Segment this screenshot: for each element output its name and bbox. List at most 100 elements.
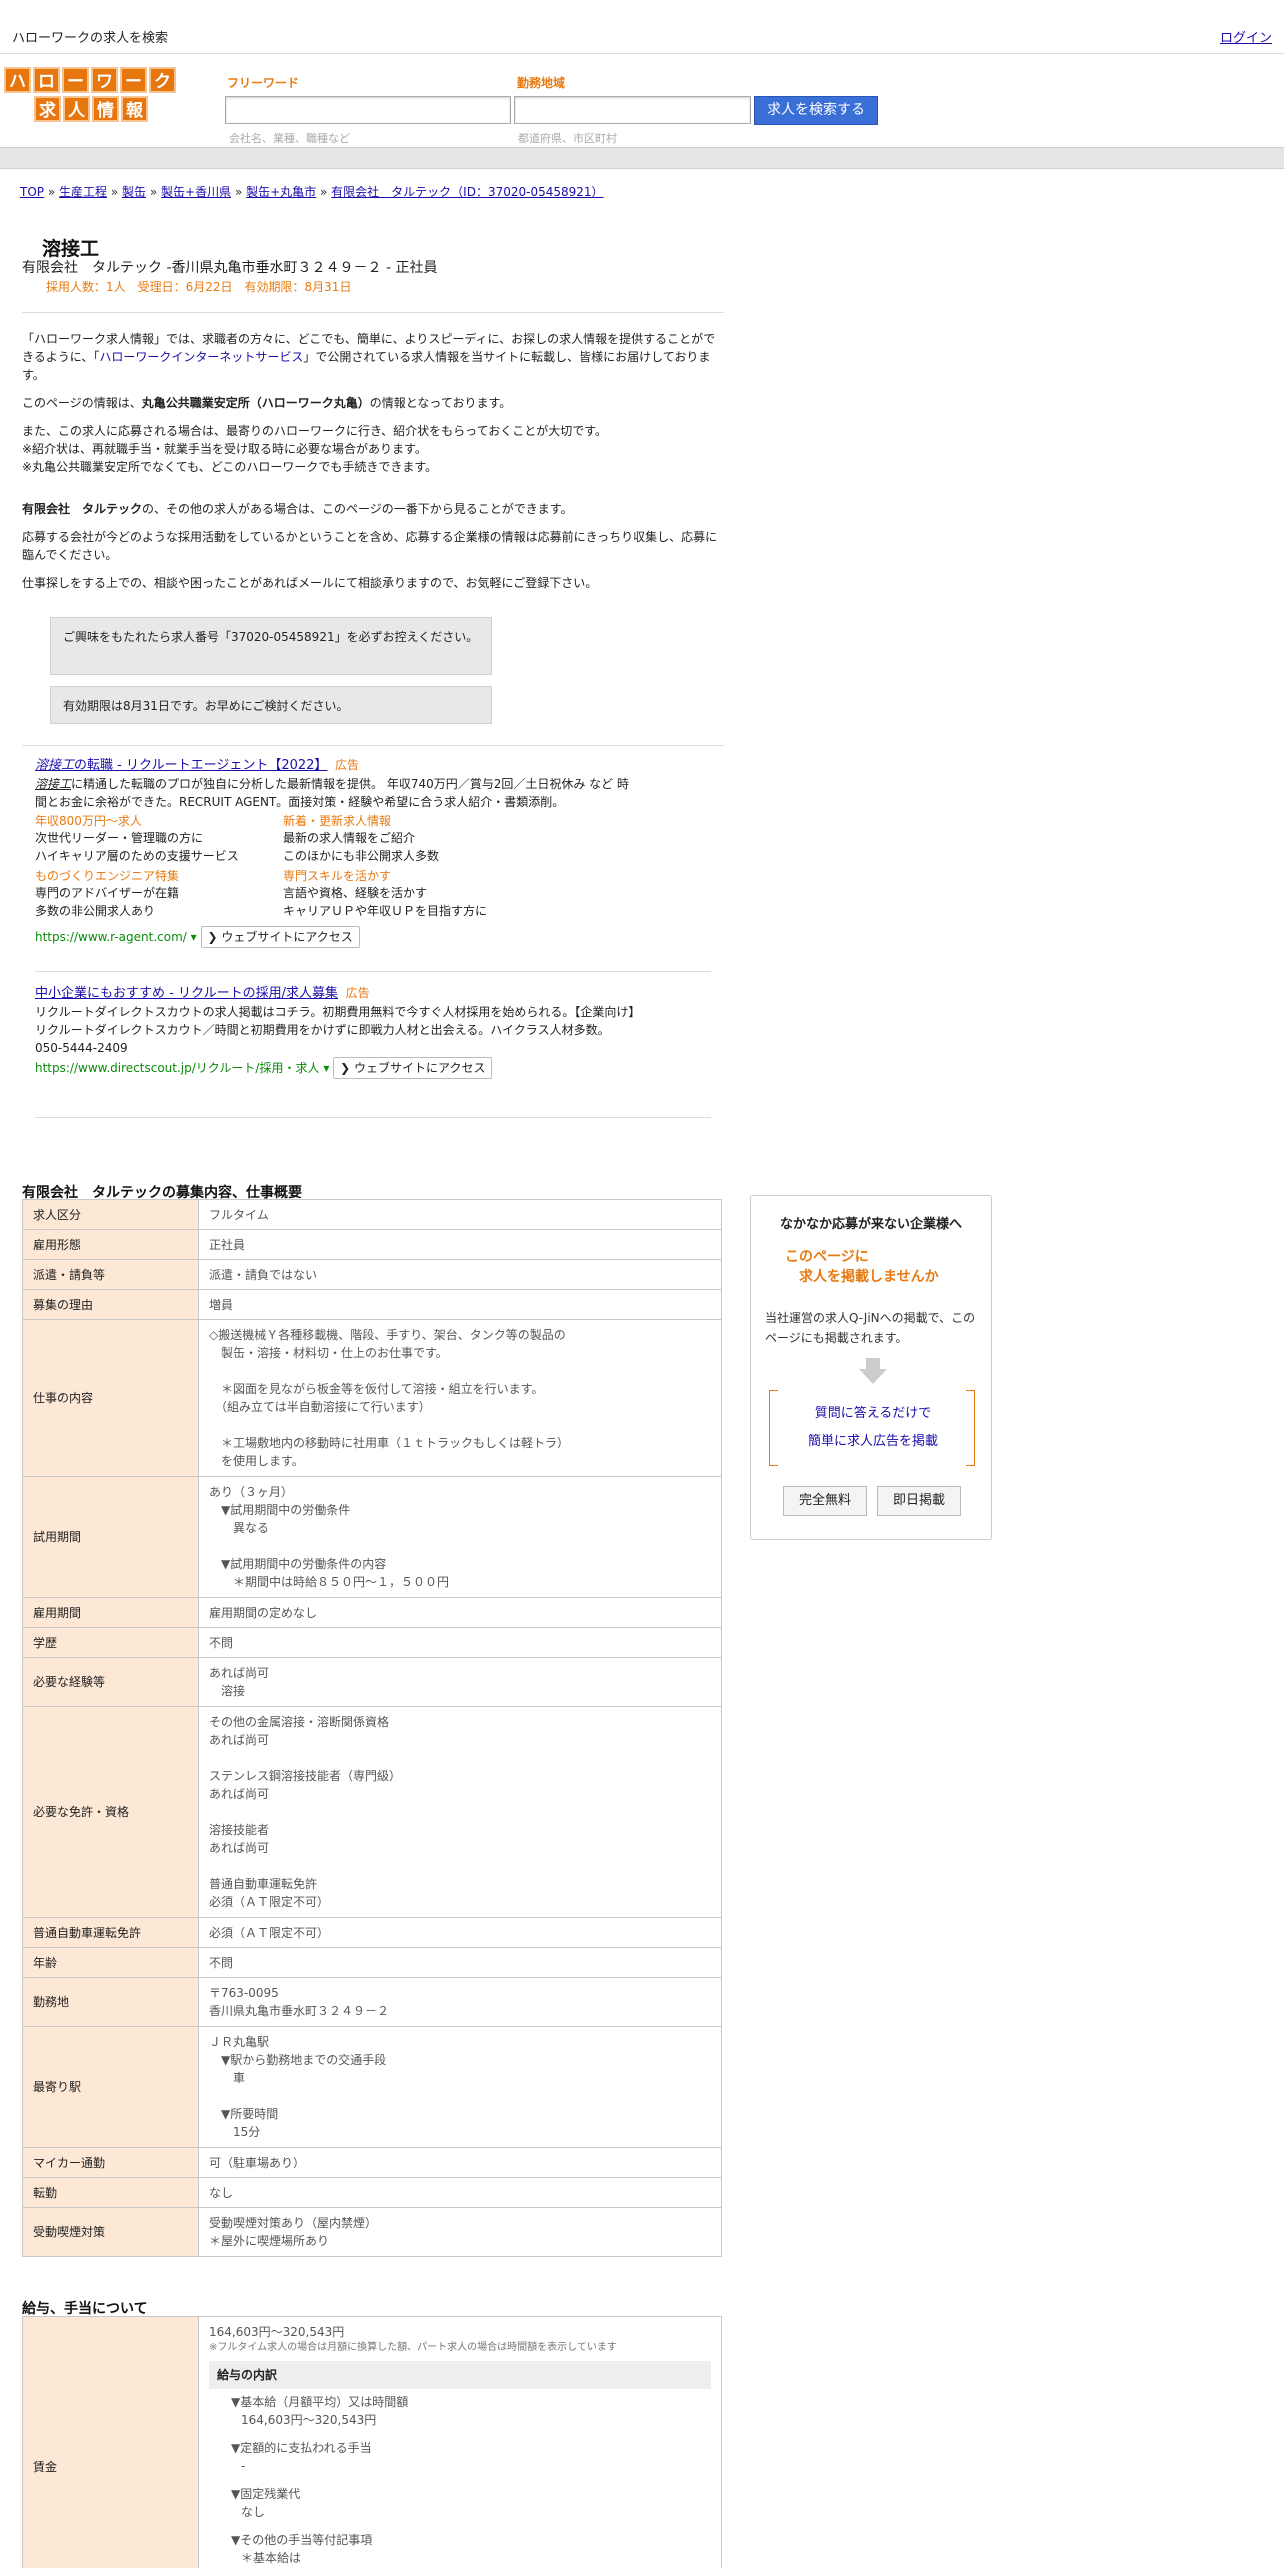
logo-tile: 人 xyxy=(63,96,90,122)
row-value: あれば尚可 溶接 xyxy=(198,1657,722,1707)
promo-catch: 求人を掲載しませんか xyxy=(799,1269,939,1285)
overview-table: 求人区分 フルタイム 雇用形態 正社員 派遣・請負等 派遣・請負ではない 募集の理由 増員 仕事… xyxy=(22,1199,722,2257)
logo-tile: 求 xyxy=(34,96,61,122)
sitelink-heading[interactable]: 新着・更新求人情報 xyxy=(283,813,531,829)
promo-title: なかなか応募が来ない企業様へ xyxy=(779,1217,962,1232)
ad-title-link[interactable]: 中小企業にもおすすめ - リクルートの採用/求人募集 xyxy=(35,986,338,1001)
row-label: 普通自動車運転免許 xyxy=(22,1917,199,1948)
row-label: 必要な経験等 xyxy=(22,1657,199,1707)
table-row: 募集の理由 増員 xyxy=(22,1289,722,1320)
ad-sitelink[interactable]: ものづくりエンジニア特集 専門のアドバイザーが在籍 多数の非公開求人あり xyxy=(35,868,283,920)
breadcrumb: TOP » 生産工程 » 製缶 » 製缶+香川県 » 製缶+丸亀市 » 有限会社… xyxy=(20,183,604,200)
promo-catch: このページに xyxy=(785,1249,869,1265)
row-value: 164,603円〜320,543円 ※フルタイム求人の場合は月額に換算した額、パ… xyxy=(198,2316,722,2568)
sitelink-heading[interactable]: ものづくりエンジニア特集 xyxy=(35,868,283,884)
freeword-input[interactable] xyxy=(225,96,511,124)
ad-title-link[interactable]: 溶接工の転職 - リクルートエージェント【2022】 xyxy=(35,758,327,773)
table-row: 学歴 不問 xyxy=(22,1627,722,1658)
table-row: 雇用期間 雇用期間の定めなし xyxy=(22,1597,722,1628)
ad-block: 溶接工の転職 - リクルートエージェント【2022】 広告 溶接工に精通した転職… xyxy=(35,756,635,948)
table-row: 賃金 164,603円〜320,543円 ※フルタイム求人の場合は月額に換算した… xyxy=(22,2316,722,2568)
wage-item: ▼基本給（月額平均）又は時間額 164,603円〜320,543円 xyxy=(209,2393,711,2429)
same-day-button[interactable]: 即日掲載 xyxy=(877,1486,961,1516)
ad-body: リクルートダイレクトスカウトの求人掲載はコチラ。初期費用無料で今すぐ人材採用を始… xyxy=(35,1005,635,1037)
logo-tile: 情 xyxy=(92,96,119,122)
row-value: ◇搬送機械Ｙ各種移載機、階段、手すり、架台、タンク等の製品の 製缶・溶接・材料切… xyxy=(198,1319,722,1477)
logo-tile: ー xyxy=(120,67,147,93)
wage-heading: 給与、手当について xyxy=(22,2301,148,2317)
row-label: 派遣・請負等 xyxy=(22,1259,199,1290)
wage-item: ▼定額的に支払われる手当 - xyxy=(209,2439,711,2475)
row-value: フルタイム xyxy=(198,1199,722,1230)
wage-item: ▼その他の手当等付記事項 ＊基本給は xyxy=(209,2531,711,2567)
login-link[interactable]: ログイン xyxy=(1220,27,1272,46)
ad-phone[interactable]: 050-5444-2409 xyxy=(35,1039,635,1057)
notice-box: ご興味をもたれたら求人番号「37020-05458921」を必ずお控えください。 xyxy=(50,617,492,675)
visit-website-button[interactable]: ❯ ウェブサイトにアクセス xyxy=(200,926,360,948)
intro-paragraph: 「ハローワーク求人情報」では、求職者の方々に、どこでも、簡単に、よりスピーディに… xyxy=(22,332,716,382)
wage-breakdown-heading: 給与の内訳 xyxy=(209,2361,711,2389)
row-value: 可（駐車場あり） xyxy=(198,2147,722,2178)
ad-sitelink[interactable]: 新着・更新求人情報 最新の求人情報をご紹介 このほかにも非公開求人多数 xyxy=(283,813,531,865)
logo-tile: ロ xyxy=(33,67,60,93)
ad-url[interactable]: https://www.directscout.jp/リクルート/採用・求人 xyxy=(35,1061,319,1075)
row-label: マイカー通勤 xyxy=(22,2147,199,2178)
ad-sitelink[interactable]: 年収800万円～求人 次世代リーダー・管理職の方に ハイキャリア層のための支援サービ… xyxy=(35,813,283,865)
breadcrumb-link[interactable]: 製缶+香川県 xyxy=(161,185,231,199)
wage-item-label: ▼その他の手当等付記事項 xyxy=(231,2533,373,2547)
wage-item-label: ▼固定残業代 xyxy=(231,2487,301,2501)
breadcrumb-link[interactable]: TOP xyxy=(20,185,44,199)
promo-link[interactable]: 質問に答えるだけで xyxy=(770,1402,976,1421)
row-label: 求人区分 xyxy=(22,1199,199,1230)
hellowork-internet-service-link[interactable]: ハローワークインターネットサービス xyxy=(99,350,303,364)
table-row: 派遣・請負等 派遣・請負ではない xyxy=(22,1259,722,1290)
table-row: 転勤 なし xyxy=(22,2177,722,2208)
visit-website-button[interactable]: ❯ ウェブサイトにアクセス xyxy=(333,1057,493,1079)
job-meta: 採用人数：1人 受理日：6月22日 有効期限：8月31日 xyxy=(46,280,352,294)
ad-sitelink[interactable]: 専門スキルを活かす 言語や資格、経験を活かす キャリアＵＰや年収ＵＰを目指す方に xyxy=(283,868,531,920)
divider xyxy=(22,745,724,746)
sitelink-line: キャリアＵＰや年収ＵＰを目指す方に xyxy=(283,904,488,918)
wage-item: ▼固定残業代なし xyxy=(209,2485,711,2521)
notice-box: 有効期限は8月31日です。お早めにご検討ください。 xyxy=(50,686,492,724)
job-subtitle: 有限会社 タルテック -香川県丸亀市垂水町３２４９－２ - 正社員 xyxy=(22,260,438,276)
row-label: 勤務地 xyxy=(22,1977,199,2027)
ad-url[interactable]: https://www.r-agent.com/ xyxy=(35,930,187,944)
breadcrumb-link[interactable]: 製缶+丸亀市 xyxy=(246,185,316,199)
row-label: 募集の理由 xyxy=(22,1289,199,1320)
search-button[interactable]: 求人を検索する xyxy=(754,96,878,125)
logo-tile: ワ xyxy=(91,67,118,93)
row-label: 雇用形態 xyxy=(22,1229,199,1260)
divider xyxy=(35,1117,711,1118)
row-value: あり（３ヶ月） ▼試用期間中の労働条件 異なる ▼試用期間中の労働条件の内容 ＊… xyxy=(198,1476,722,1598)
sitelink-line: ハイキャリア層のための支援サービス xyxy=(35,849,239,863)
table-row: 求人区分 フルタイム xyxy=(22,1199,722,1230)
breadcrumb-link[interactable]: 生産工程 xyxy=(59,185,107,199)
sitelink-heading[interactable]: 専門スキルを活かす xyxy=(283,868,531,884)
sitelink-heading[interactable]: 年収800万円～求人 xyxy=(35,813,283,829)
breadcrumb-link[interactable]: 製缶 xyxy=(122,185,146,199)
breadcrumb-separator: » xyxy=(47,185,56,199)
site-logo[interactable]: ハローワーク 求人情報 xyxy=(4,67,180,125)
row-label: 仕事の内容 xyxy=(22,1319,199,1477)
wage-item-value: ＊基本給は xyxy=(241,2551,302,2565)
logo-tile: 報 xyxy=(121,96,148,122)
ad-tag: 広告 xyxy=(335,758,360,772)
divider xyxy=(22,312,724,313)
table-row: 普通自動車運転免許 必須（ＡＴ限定不可） xyxy=(22,1917,722,1948)
promo-link[interactable]: 簡単に求人広告を掲載 xyxy=(770,1430,976,1449)
freeword-label: フリーワード xyxy=(227,76,300,90)
wage-item-value: なし xyxy=(241,2505,266,2519)
area-input[interactable] xyxy=(514,96,751,124)
row-label: 必要な免許・資格 xyxy=(22,1706,199,1918)
row-label: 転勤 xyxy=(22,2177,199,2208)
ad-tag: 広告 xyxy=(345,986,370,1000)
table-row: 最寄り駅 ＪＲ丸亀駅 ▼駅から勤務地までの交通手段 車 ▼所要時間 15分 xyxy=(22,2026,722,2148)
top-bar xyxy=(0,0,1284,54)
table-row: 受動喫煙対策 受動喫煙対策あり（屋内禁煙） ＊屋外に喫煙場所あり xyxy=(22,2207,722,2257)
free-button[interactable]: 完全無料 xyxy=(783,1486,867,1516)
table-row: 雇用形態 正社員 xyxy=(22,1229,722,1260)
breadcrumb-link[interactable]: 有限会社 タルテック（ID：37020-05458921） xyxy=(331,185,603,199)
breadcrumb-separator: » xyxy=(234,185,243,199)
row-value: 雇用期間の定めなし xyxy=(198,1597,722,1628)
